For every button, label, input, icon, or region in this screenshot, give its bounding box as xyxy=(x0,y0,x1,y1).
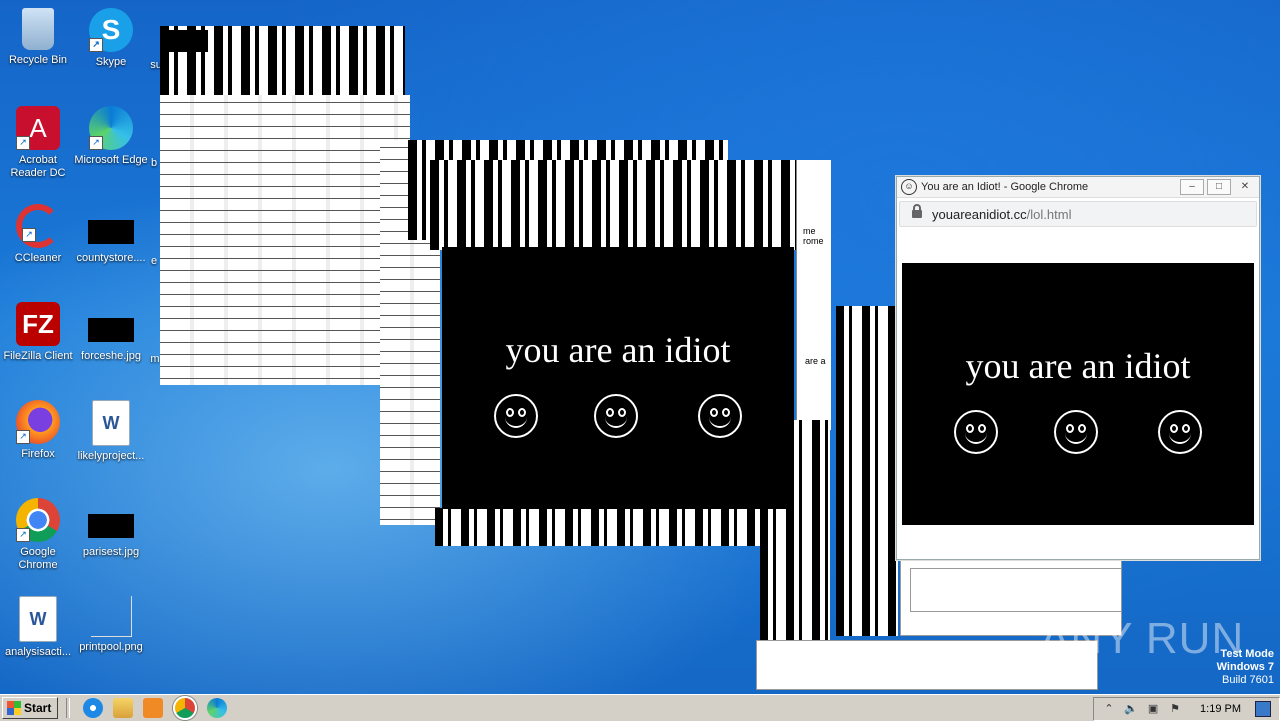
skype-icon: S ↗ xyxy=(89,8,133,52)
edge-icon: ↗ xyxy=(89,106,133,150)
smiley-icon xyxy=(698,394,742,438)
chrome-icon: ↗ xyxy=(16,498,60,542)
image-file-icon xyxy=(88,514,134,538)
ie-icon[interactable] xyxy=(83,698,104,718)
smiley-icon xyxy=(1158,410,1202,454)
ccleaner-icon: ↗ xyxy=(16,204,60,248)
window-titlebar[interactable]: ☺ You are an Idiot! - Google Chrome – □ … xyxy=(897,177,1259,198)
smiley-icon xyxy=(494,394,538,438)
watermark-line: Test Mode xyxy=(1220,648,1274,660)
lock-icon xyxy=(912,204,922,218)
partial-label: m xyxy=(150,353,160,365)
shortcut-arrow-icon: ↗ xyxy=(89,136,103,150)
glitch-window-trail: me rome are a xyxy=(796,160,831,430)
shortcut-arrow-icon: ↗ xyxy=(16,528,30,542)
desktop-icon-recycle-bin[interactable]: Recycle Bin xyxy=(0,8,76,67)
partial-label: e xyxy=(150,255,158,267)
popup-message: you are an idiot xyxy=(505,330,731,370)
explorer-icon[interactable] xyxy=(113,698,134,718)
smiley-icon xyxy=(594,394,638,438)
taskbar: Start ⌃ 🔈 ▣ ⚑ 1:19 PM xyxy=(0,694,1280,721)
glitch-text: me xyxy=(803,226,816,236)
image-file-icon xyxy=(88,220,134,244)
desktop-icon-printpool[interactable]: printpool.png xyxy=(73,596,149,654)
url-host: youareanidiot.cc xyxy=(932,206,1027,222)
show-desktop-icon[interactable] xyxy=(1255,701,1271,717)
shortcut-arrow-icon: ↗ xyxy=(22,228,36,242)
stacked-window-edge xyxy=(910,568,1122,612)
desktop-icon-filezilla[interactable]: FZ FileZilla Client xyxy=(0,302,76,363)
clock[interactable]: 1:19 PM xyxy=(1200,703,1241,715)
network-icon[interactable]: ▣ xyxy=(1146,702,1160,716)
desktop-icon-firefox[interactable]: ↗ Firefox xyxy=(0,400,76,461)
desktop-icon-edge[interactable]: ↗ Microsoft Edge xyxy=(73,106,149,167)
desktop-icon-acrobat[interactable]: A ↗ Acrobat Reader DC xyxy=(0,106,76,180)
desktop-icon-forceshe[interactable]: forceshe.jpg xyxy=(73,302,149,363)
edge-taskbar-icon[interactable] xyxy=(207,698,228,718)
desktop-icon-skype[interactable]: S ↗ Skype xyxy=(73,8,149,69)
media-player-icon[interactable] xyxy=(143,698,164,718)
smiley-icon xyxy=(954,410,998,454)
desktop-icon-countystore[interactable]: countystore.... xyxy=(73,204,149,265)
volume-icon[interactable]: 🔈 xyxy=(1124,702,1138,716)
chrome-taskbar-icon[interactable] xyxy=(173,696,198,720)
word-doc-icon: W xyxy=(92,400,130,446)
desktop-icon-analysisacti[interactable]: W analysisacti... xyxy=(0,596,76,659)
windows-logo-icon xyxy=(7,701,21,715)
glitch-window-trail xyxy=(836,306,898,636)
shortcut-arrow-icon: ↗ xyxy=(16,430,30,444)
start-button[interactable]: Start xyxy=(2,697,59,719)
popup-message: you are an idiot xyxy=(965,346,1191,386)
idiot-popup-content: you are an idiot xyxy=(442,247,794,509)
filezilla-icon: FZ xyxy=(16,302,60,346)
shortcut-arrow-icon: ↗ xyxy=(89,38,103,52)
glitch-text: are a xyxy=(805,356,826,366)
test-mode-watermark: Test Mode Windows 7 Build 7601 xyxy=(1217,648,1274,687)
anyrun-logo: ANY RUN xyxy=(1040,614,1245,663)
image-file-icon xyxy=(88,318,134,342)
watermark-line: Windows 7 xyxy=(1216,661,1274,673)
glitch-window-trail xyxy=(430,160,830,250)
url-path: /lol.html xyxy=(1026,206,1072,222)
desktop-icon-parisest[interactable]: parisest.jpg xyxy=(73,498,149,559)
idiot-popup-content: you are an idiot xyxy=(902,263,1254,525)
desktop-icon-likelyproject[interactable]: W likelyproject... xyxy=(73,400,149,463)
glitch-block xyxy=(163,30,208,52)
watermark-line: Build 7601 xyxy=(1222,674,1274,686)
system-tray: ⌃ 🔈 ▣ ⚑ 1:19 PM xyxy=(1093,697,1280,721)
shortcut-arrow-icon: ↗ xyxy=(16,136,30,150)
window-title: You are an Idiot! - Google Chrome xyxy=(921,181,1089,193)
taskbar-separator xyxy=(66,698,71,718)
firefox-icon: ↗ xyxy=(16,400,60,444)
address-bar[interactable]: youareanidiot.cc /lol.html xyxy=(899,201,1257,227)
word-doc-icon: W xyxy=(19,596,57,642)
chrome-window[interactable]: ☺ You are an Idiot! - Google Chrome – □ … xyxy=(896,176,1260,560)
maximize-button[interactable]: □ xyxy=(1207,179,1231,195)
glitch-window-trail xyxy=(160,95,410,385)
acrobat-icon: A ↗ xyxy=(16,106,60,150)
smiley-icon xyxy=(1054,410,1098,454)
show-hidden-icons-chevron-icon[interactable]: ⌃ xyxy=(1102,702,1116,716)
glitch-text: rome xyxy=(803,236,824,246)
smiley-favicon-icon: ☺ xyxy=(901,179,917,195)
desktop-icon-chrome[interactable]: ↗ Google Chrome xyxy=(0,498,76,572)
minimize-button[interactable]: – xyxy=(1180,179,1204,195)
recycle-bin-icon xyxy=(22,8,54,50)
glitch-window-trail xyxy=(435,508,800,546)
close-button[interactable]: ✕ xyxy=(1234,180,1256,194)
partial-label: b xyxy=(150,157,158,169)
desktop-icon-ccleaner[interactable]: ↗ CCleaner xyxy=(0,204,76,265)
action-center-flag-icon[interactable]: ⚑ xyxy=(1168,702,1182,716)
start-label: Start xyxy=(24,701,52,715)
image-file-icon xyxy=(90,596,132,637)
